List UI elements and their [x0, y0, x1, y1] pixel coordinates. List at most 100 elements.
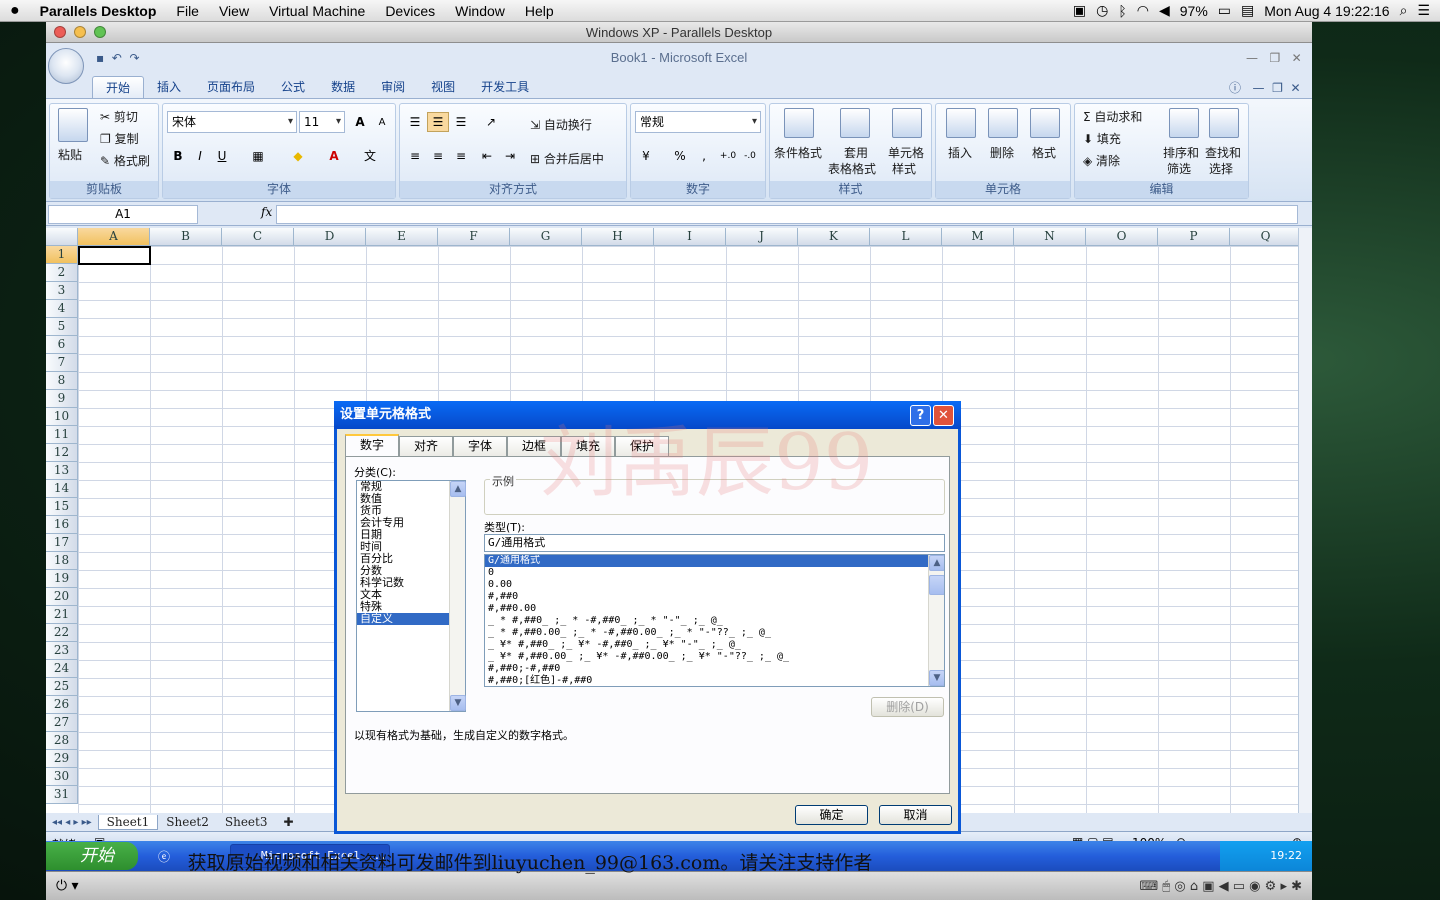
- row-header[interactable]: 8: [46, 372, 78, 390]
- type-item[interactable]: #,##0;-#,##0: [485, 663, 944, 675]
- align-bottom-icon[interactable]: ☰: [450, 112, 472, 132]
- row-header[interactable]: 13: [46, 462, 78, 480]
- row-header[interactable]: 27: [46, 714, 78, 732]
- menu-window[interactable]: Window: [445, 3, 515, 19]
- orientation-icon[interactable]: ↗: [480, 112, 502, 132]
- column-header[interactable]: N: [1014, 228, 1086, 246]
- decrease-decimal-icon[interactable]: -.0: [739, 146, 761, 166]
- wifi-icon[interactable]: ◠: [1137, 2, 1149, 19]
- spotlight-icon[interactable]: ⌕: [1400, 2, 1408, 19]
- align-top-icon[interactable]: ☰: [404, 112, 426, 132]
- conditional-format-icon[interactable]: [784, 108, 814, 138]
- zoom-icon[interactable]: [94, 26, 106, 38]
- format-cells-icon[interactable]: [1030, 108, 1060, 138]
- column-header[interactable]: Q: [1230, 228, 1298, 246]
- row-header[interactable]: 3: [46, 282, 78, 300]
- sort-filter-button-bottom[interactable]: 筛选: [1167, 160, 1191, 177]
- row-header[interactable]: 1: [46, 246, 78, 264]
- delete-format-button[interactable]: 删除(D): [871, 697, 944, 717]
- cell-style-button-top[interactable]: 单元格: [888, 144, 924, 161]
- align-right-icon[interactable]: ≡: [450, 146, 472, 166]
- camera-icon[interactable]: ▣: [1073, 2, 1086, 19]
- type-scrollbar[interactable]: ▲ ▼: [928, 555, 944, 686]
- tab-page-layout[interactable]: 页面布局: [194, 76, 268, 98]
- wrap-text-button[interactable]: ⇲ 自动换行: [530, 116, 592, 133]
- table-format-icon[interactable]: [840, 108, 870, 138]
- sort-filter-icon[interactable]: [1169, 108, 1199, 138]
- column-header[interactable]: B: [150, 228, 222, 246]
- column-header[interactable]: L: [870, 228, 942, 246]
- row-header[interactable]: 11: [46, 426, 78, 444]
- percent-button[interactable]: %: [669, 146, 691, 166]
- row-header[interactable]: 9: [46, 390, 78, 408]
- save-icon[interactable]: ▪: [96, 51, 104, 65]
- find-select-icon[interactable]: [1209, 108, 1239, 138]
- row-header[interactable]: 5: [46, 318, 78, 336]
- cell-style-icon[interactable]: [892, 108, 922, 138]
- select-all-corner[interactable]: [46, 228, 78, 246]
- menu-devices[interactable]: Devices: [375, 3, 445, 19]
- tab-alignment[interactable]: 对齐: [399, 436, 453, 456]
- formula-input[interactable]: [276, 205, 1298, 224]
- table-format-button-bottom[interactable]: 表格格式: [828, 160, 876, 177]
- type-item[interactable]: _ ¥* #,##0_ ;_ ¥* -#,##0_ ;_ ¥* "-"_ ;_ …: [485, 639, 944, 651]
- column-header[interactable]: D: [294, 228, 366, 246]
- row-header[interactable]: 14: [46, 480, 78, 498]
- format-painter-button[interactable]: ✎ 格式刷: [100, 152, 150, 169]
- minimize-icon[interactable]: —: [1252, 81, 1264, 95]
- conditional-format-button[interactable]: 条件格式: [774, 144, 822, 161]
- scroll-thumb[interactable]: [929, 575, 944, 595]
- sheet-tab-2[interactable]: Sheet2: [158, 815, 217, 829]
- name-box[interactable]: A1: [48, 205, 198, 224]
- row-header[interactable]: 25: [46, 678, 78, 696]
- currency-icon[interactable]: ¥: [635, 146, 657, 166]
- increase-indent-icon[interactable]: ⇥: [499, 146, 521, 166]
- row-header[interactable]: 6: [46, 336, 78, 354]
- clear-button[interactable]: ◈ 清除: [1083, 152, 1120, 169]
- menu-view[interactable]: View: [209, 3, 259, 19]
- type-item[interactable]: #,##0;[红色]-#,##0: [485, 675, 944, 686]
- apple-icon[interactable]: ●: [0, 2, 30, 20]
- type-item[interactable]: 0.00: [485, 579, 944, 591]
- type-item[interactable]: G/通用格式: [485, 555, 944, 567]
- phonetic-icon[interactable]: 文: [359, 146, 381, 166]
- fill-button[interactable]: ⬇ 填充: [1083, 130, 1121, 147]
- battery-icon[interactable]: ▭: [1218, 2, 1231, 19]
- row-header[interactable]: 21: [46, 606, 78, 624]
- menu-app-name[interactable]: Parallels Desktop: [30, 3, 167, 19]
- row-header[interactable]: 4: [46, 300, 78, 318]
- shrink-font-button[interactable]: A: [371, 112, 393, 132]
- scroll-down-icon[interactable]: ▼: [929, 670, 944, 686]
- column-header[interactable]: F: [438, 228, 510, 246]
- table-format-button-top[interactable]: 套用: [844, 144, 868, 161]
- column-header[interactable]: G: [510, 228, 582, 246]
- row-header[interactable]: 22: [46, 624, 78, 642]
- tab-view[interactable]: 视图: [418, 76, 468, 98]
- cell-style-button-bottom[interactable]: 样式: [892, 160, 916, 177]
- bold-button[interactable]: B: [167, 146, 189, 166]
- help-icon[interactable]: ⓘ: [1229, 81, 1241, 95]
- tab-font[interactable]: 字体: [453, 436, 507, 456]
- row-header[interactable]: 30: [46, 768, 78, 786]
- ok-button[interactable]: 确定: [795, 805, 868, 825]
- find-select-button-top[interactable]: 查找和: [1205, 144, 1241, 161]
- sheet-tab-1[interactable]: Sheet1: [97, 814, 159, 830]
- scroll-up-icon[interactable]: ▲: [929, 555, 944, 571]
- notification-icon[interactable]: ☰: [1417, 2, 1430, 19]
- bluetooth-icon[interactable]: ᛒ: [1118, 3, 1126, 19]
- tab-developer[interactable]: 开发工具: [468, 76, 542, 98]
- row-header[interactable]: 12: [46, 444, 78, 462]
- sheet-tab-3[interactable]: Sheet3: [217, 815, 276, 829]
- fx-icon[interactable]: fx: [261, 205, 272, 219]
- menu-help[interactable]: Help: [515, 3, 564, 19]
- column-header[interactable]: H: [582, 228, 654, 246]
- font-color-icon[interactable]: A: [323, 146, 345, 166]
- format-cells-button[interactable]: 格式: [1032, 144, 1056, 161]
- align-middle-icon[interactable]: ☰: [427, 112, 449, 132]
- font-family-combo[interactable]: 宋体: [167, 111, 297, 133]
- close-icon[interactable]: ✕: [1291, 81, 1301, 95]
- insert-cells-icon[interactable]: [946, 108, 976, 138]
- active-cell-a1[interactable]: [78, 246, 151, 265]
- help-icon[interactable]: ?: [910, 405, 931, 426]
- cancel-button[interactable]: 取消: [879, 805, 952, 825]
